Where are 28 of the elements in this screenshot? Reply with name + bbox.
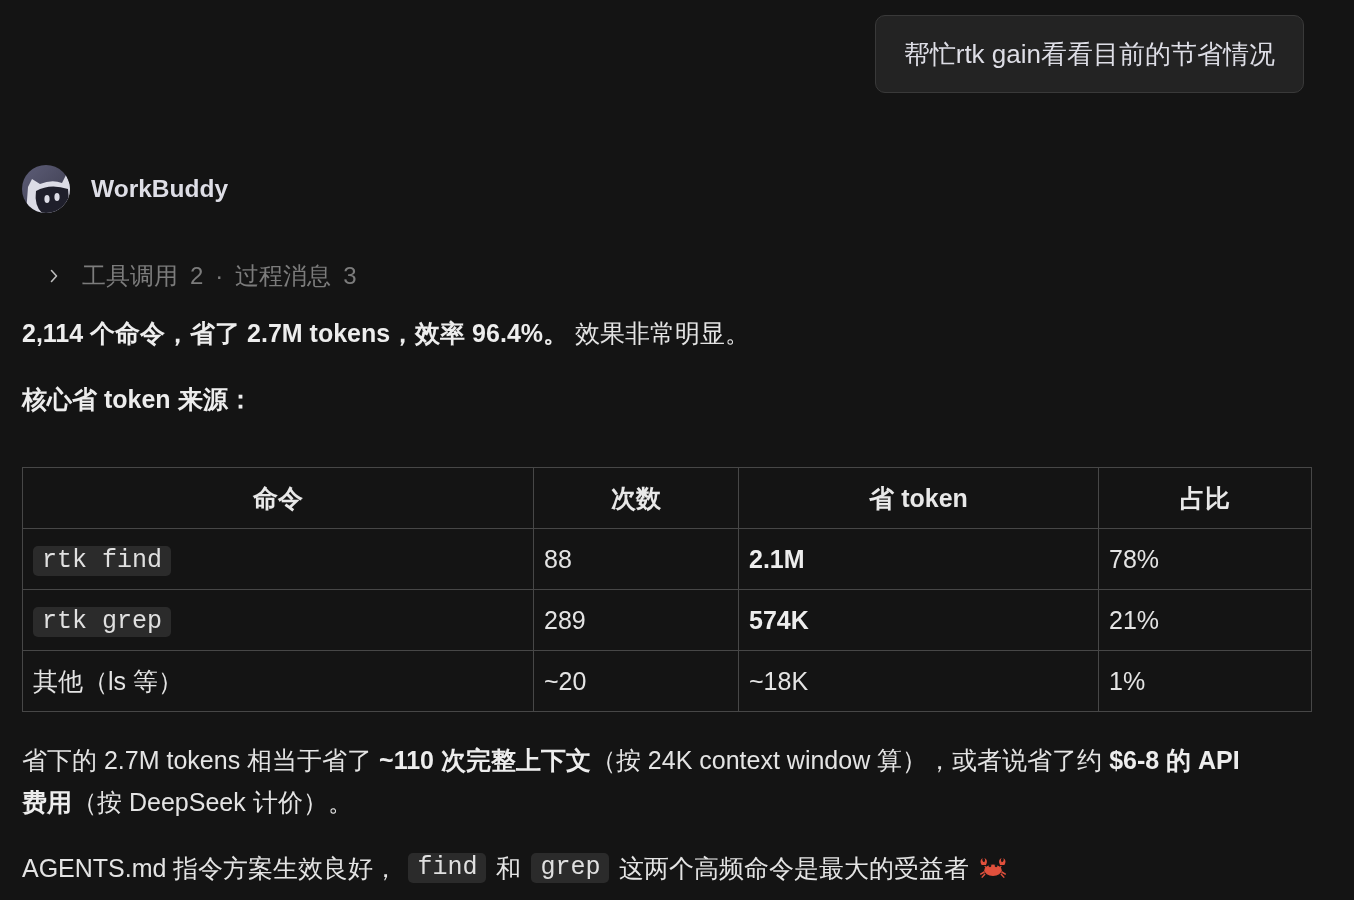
paragraph-text: 这两个高频命令是最大的受益者: [619, 853, 970, 884]
column-header: 占比: [1098, 467, 1312, 529]
column-header: 次数: [533, 467, 739, 529]
paragraph: 省下的 2.7M tokens 相当于省了 ~110 次完整上下文（按 24K context window 算），或者说省了约 $6-8 的 API 费用（按 DeepSeek 计价）。: [22, 745, 1241, 818]
inline-code: grep: [531, 853, 610, 883]
inline-code: rtk grep: [33, 607, 172, 638]
table-cell: ~20: [533, 650, 739, 712]
inline-code: rtk find: [33, 546, 172, 577]
column-header: 命令: [22, 467, 534, 529]
table-cell: 574K: [738, 589, 1099, 651]
table-cell: 21%: [1098, 589, 1312, 651]
table-cell: 2.1M: [738, 528, 1099, 590]
activity-toggle[interactable]: 工具调用 2 · 过程消息 3: [22, 258, 357, 294]
column-header: 省 token: [738, 467, 1099, 529]
avatar-icon: [22, 165, 70, 213]
section-heading: 核心省 token 来源：: [22, 384, 254, 415]
user-message: 帮忙rtk gain看看目前的节省情况: [874, 15, 1304, 93]
table-cell: 其他（ls 等）: [22, 650, 534, 712]
table-cell: 1%: [1098, 650, 1312, 712]
paragraph-text: AGENTS.md 指令方案生效良好，: [22, 853, 399, 884]
table-cell: 88: [533, 528, 739, 590]
table-cell: 289: [533, 589, 739, 651]
table-cell: 78%: [1098, 528, 1312, 590]
paragraph-text: 和: [496, 853, 522, 884]
inline-code: find: [408, 853, 487, 883]
paragraph: 2,114 个命令，省了 2.7M tokens，效率 96.4%。 效果非常明显。: [22, 318, 751, 349]
table-cell: ~18K: [738, 650, 1099, 712]
assistant-name: WorkBuddy: [91, 175, 229, 203]
